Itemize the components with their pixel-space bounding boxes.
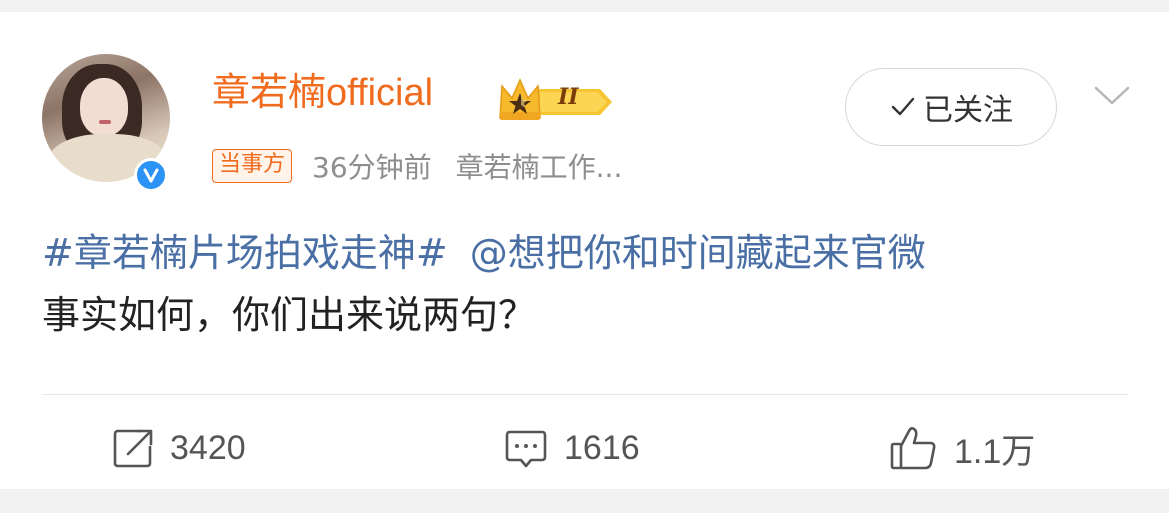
like-count: 1.1万 xyxy=(954,432,1036,471)
comment-bubble-icon xyxy=(505,430,547,468)
post-body-text: 事实如何，你们出来说两句？ xyxy=(42,293,537,337)
crown-vip-badge-icon[interactable]: II xyxy=(496,76,616,124)
mention-link[interactable]: @想把你和时间藏起来官微 xyxy=(470,231,926,275)
share-arrow-icon xyxy=(113,429,153,468)
comment-count: 1616 xyxy=(564,428,640,467)
follow-button-label: 已关注 xyxy=(923,93,1013,128)
bottom-separator xyxy=(0,489,1169,513)
checkmark-icon xyxy=(891,97,915,116)
post-meta: 当事方 36分钟前 章若楠工作... xyxy=(212,148,622,184)
action-bar: 3420 1616 1.1万 xyxy=(0,410,1169,490)
like-button[interactable]: 1.1万 xyxy=(888,410,1035,486)
verified-v-icon xyxy=(134,158,168,192)
hashtag-link[interactable]: #章若楠片场拍戏走神# xyxy=(42,231,448,275)
divider xyxy=(42,394,1128,395)
chevron-down-icon[interactable] xyxy=(1092,76,1132,116)
party-tag: 当事方 xyxy=(212,149,293,183)
author-avatar-container[interactable] xyxy=(42,54,170,192)
weibo-post-card: 章若楠official II 当事方 36分钟前 章若楠工作... 已关注 #章… xyxy=(0,12,1169,489)
repost-count: 3420 xyxy=(170,428,246,467)
repost-button[interactable]: 3420 xyxy=(110,410,246,486)
post-content: #章若楠片场拍戏走神# @想把你和时间藏起来官微 事实如何，你们出来说两句？ xyxy=(42,222,1132,346)
thumbs-up-icon xyxy=(890,427,936,470)
author-name[interactable]: 章若楠official xyxy=(212,74,433,112)
post-time: 36分钟前 xyxy=(312,151,432,184)
follow-button[interactable]: 已关注 xyxy=(845,68,1057,146)
vip-level-text: II xyxy=(558,84,579,110)
post-source[interactable]: 章若楠工作... xyxy=(456,146,623,186)
comment-button[interactable]: 1616 xyxy=(502,410,640,486)
